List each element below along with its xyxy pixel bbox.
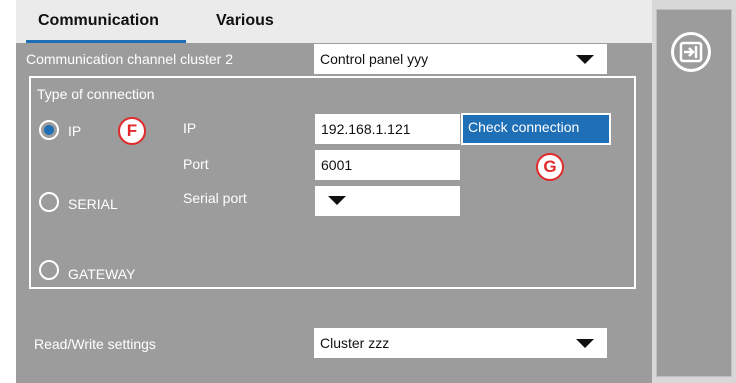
ip-address-input[interactable]: 192.168.1.121 xyxy=(315,114,460,144)
callout-g-marker: G xyxy=(536,153,564,181)
port-input[interactable]: 6001 xyxy=(315,150,460,180)
tab-various[interactable]: Various xyxy=(216,12,274,30)
tab-bar: Communication Various xyxy=(16,0,652,44)
connection-type-group: Type of connection IP F IP 192.168.1.121… xyxy=(29,76,636,289)
cluster-label: Communication channel cluster 2 xyxy=(26,51,233,67)
radio-gateway[interactable] xyxy=(39,260,59,280)
chevron-down-icon xyxy=(328,196,346,205)
read-write-settings-value: Cluster zzz xyxy=(320,335,390,351)
communication-panel: Communication channel cluster 2 Control … xyxy=(16,43,652,383)
port-field-label: Port xyxy=(183,156,209,172)
read-write-settings-label: Read/Write settings xyxy=(34,336,156,352)
connection-group-title: Type of connection xyxy=(37,86,155,102)
sidebar-panel xyxy=(656,9,732,377)
callout-f-marker: F xyxy=(118,117,146,145)
radio-ip[interactable] xyxy=(39,120,59,140)
cluster-select[interactable]: Control panel yyy xyxy=(314,44,607,74)
exit-button[interactable] xyxy=(671,32,711,72)
exit-icon xyxy=(679,41,703,63)
right-sidebar xyxy=(652,0,736,383)
cluster-select-value: Control panel yyy xyxy=(320,51,429,67)
radio-gateway-label: GATEWAY xyxy=(68,266,136,282)
check-connection-button[interactable]: Check connection xyxy=(461,113,611,145)
tab-communication[interactable]: Communication xyxy=(38,12,159,30)
ip-field-label: IP xyxy=(183,120,197,136)
radio-serial[interactable] xyxy=(39,192,59,212)
serial-port-select[interactable] xyxy=(315,186,460,216)
read-write-settings-select[interactable]: Cluster zzz xyxy=(314,328,607,358)
chevron-down-icon xyxy=(576,55,594,64)
radio-serial-label: SERIAL xyxy=(68,196,118,212)
radio-ip-label: IP xyxy=(68,123,82,139)
serial-port-label: Serial port xyxy=(183,190,247,206)
chevron-down-icon xyxy=(576,339,594,348)
app-window: Communication Various Communication chan… xyxy=(16,0,736,383)
